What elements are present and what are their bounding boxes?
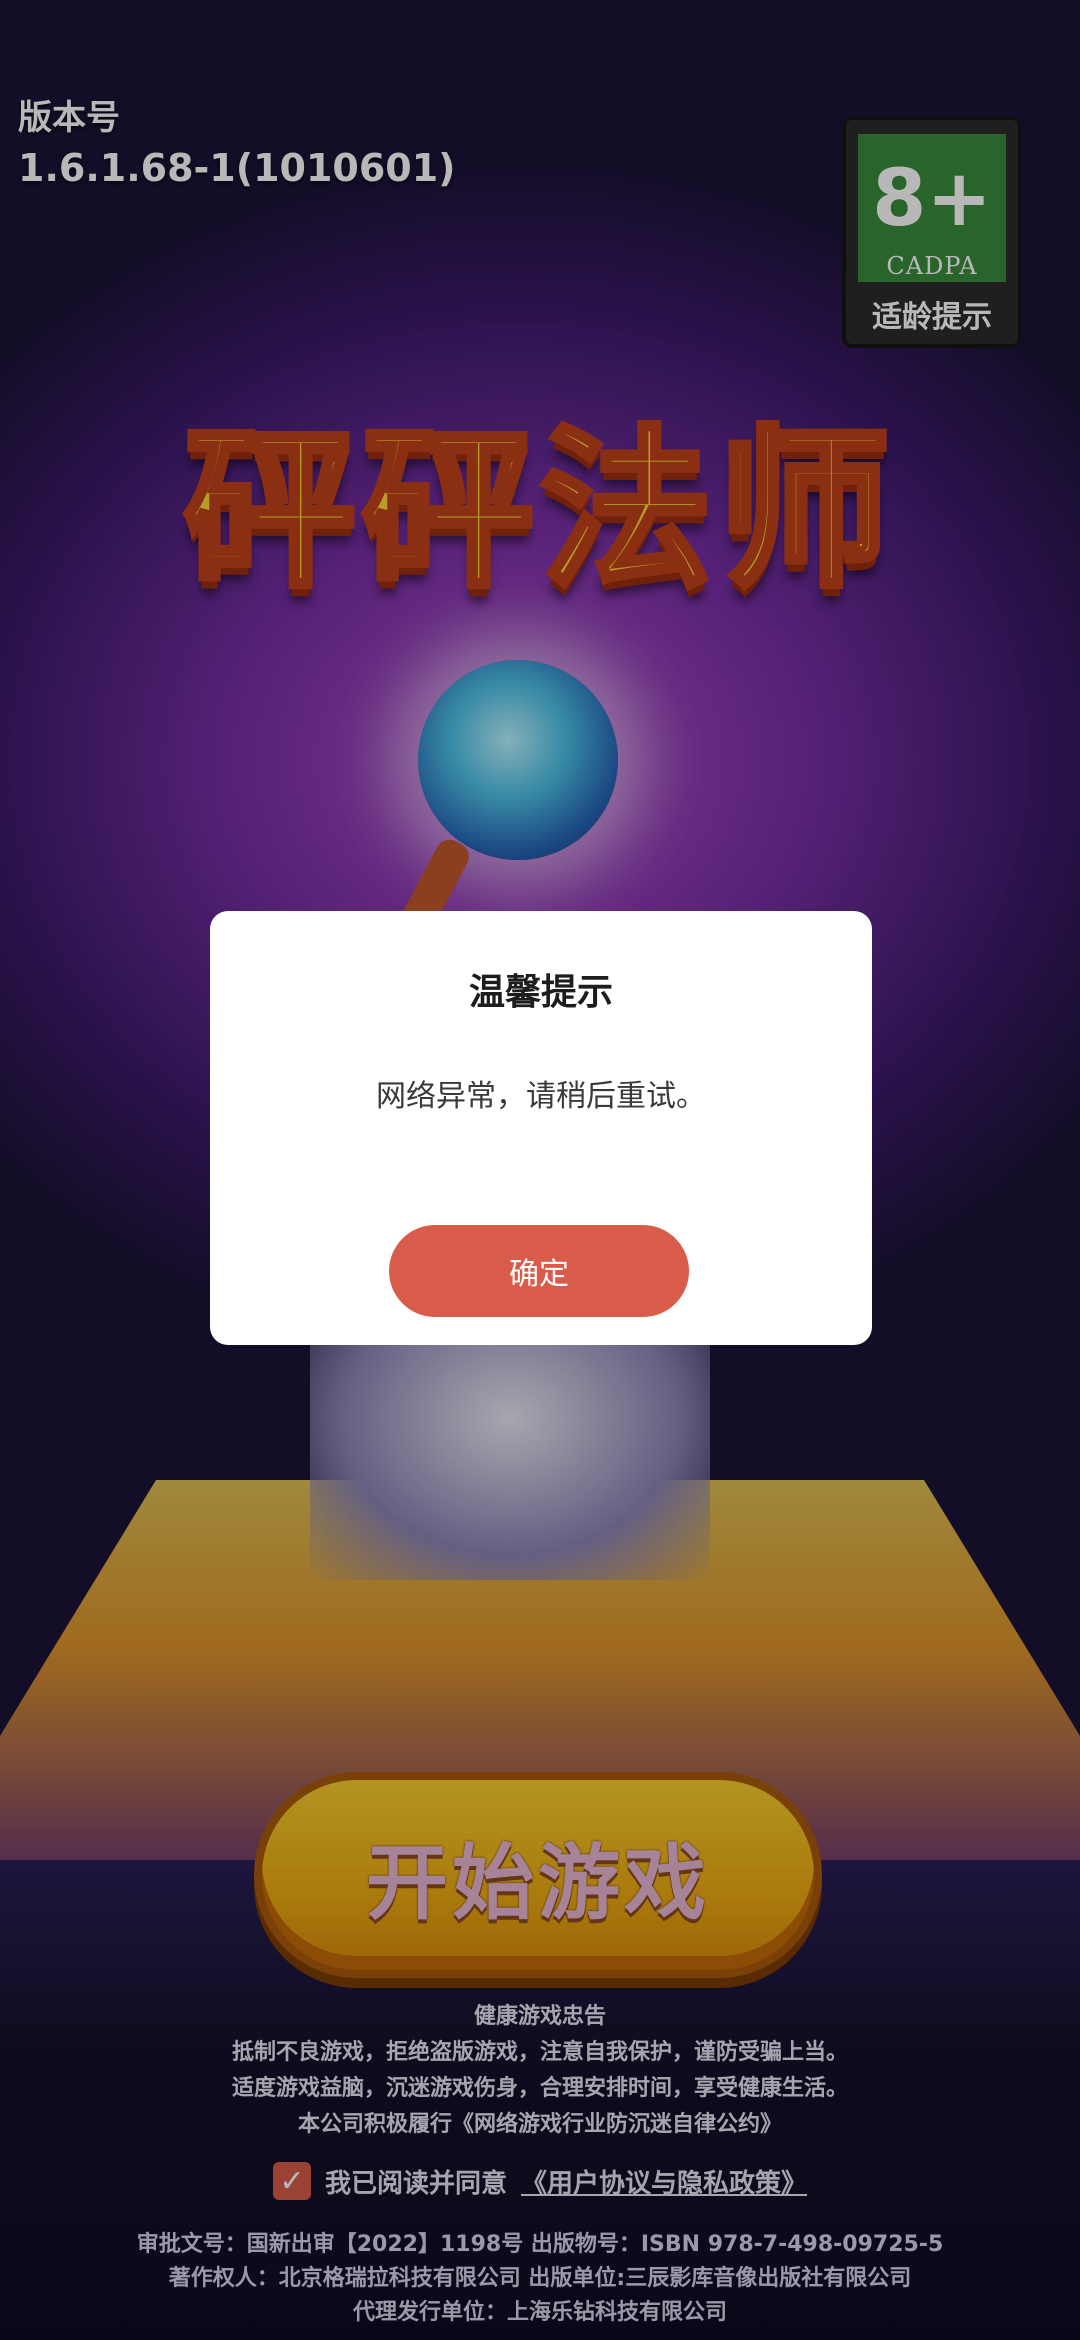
network-error-dialog: 温馨提示 网络异常，请稍后重试。 确定 <box>210 911 872 1345</box>
confirm-button[interactable]: 确定 <box>389 1225 689 1317</box>
dialog-title: 温馨提示 <box>468 972 613 1013</box>
dialog-message: 网络异常，请稍后重试。 <box>376 1079 706 1114</box>
